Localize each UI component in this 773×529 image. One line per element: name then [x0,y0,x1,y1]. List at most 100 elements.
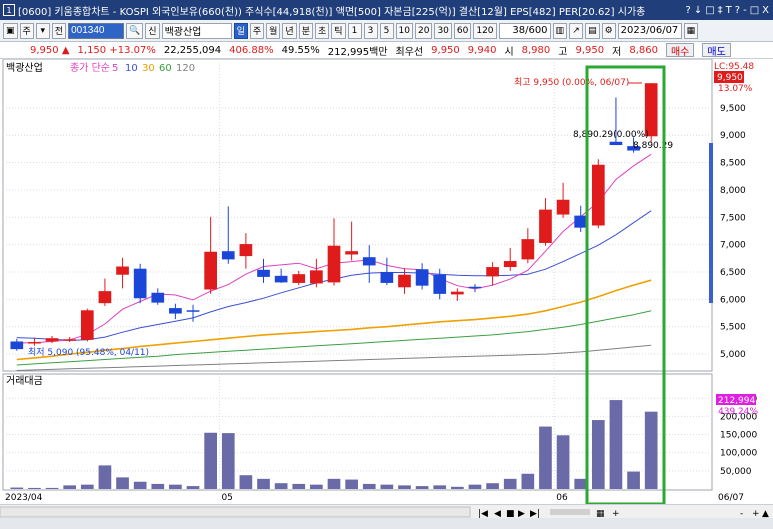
candle-body [133,268,147,299]
interval-30[interactable]: 30 [434,22,452,39]
interval-20[interactable]: 20 [415,22,433,39]
count-field[interactable]: 38/600 [498,22,551,39]
volume-bar [133,481,147,489]
period-week[interactable]: 주 [249,22,265,39]
candle-body [151,292,165,303]
volume-pct: 439.24% [718,407,758,417]
chart-svg[interactable]: 9,500 9,000 8,500 8,000 7,500 7,000 6,500 6,000… [0,58,773,506]
zoom-slider[interactable] [550,509,590,515]
x-axis-label: 06/07 [718,493,744,503]
legend-stock-name: 백광산업 [6,61,43,74]
date-field[interactable]: 2023/06/07 [617,22,682,39]
chart-type-icon[interactable]: ▥ [552,22,568,39]
candle-body [574,215,588,228]
low-price: 8,860 [629,44,658,56]
candle-body [556,199,570,215]
stock-code-input[interactable] [68,22,125,39]
lc-label: LC:95.48 [714,62,754,72]
candle-body [380,271,394,283]
volume-bar [274,483,288,489]
period-second[interactable]: 초 [314,22,330,39]
interval-5[interactable]: 5 [379,22,394,39]
minimize-button[interactable]: - [743,5,747,16]
save-icon[interactable]: ▤ [585,22,600,39]
interval-1[interactable]: 1 [347,22,362,39]
chart-scrollbar[interactable]: |◀ ◀ ■ ▶ ▶| ▦ + - + ▲ [0,504,773,519]
legend-ma10: 10 [125,63,138,74]
x-axis-label: 05 [221,493,232,503]
candle-body [591,164,605,226]
volume-bar [609,400,623,489]
calendar-icon[interactable]: ▦ [683,22,699,39]
volume-title: 거래대금 [6,375,43,387]
volume-bar [503,478,517,489]
candle-body [310,270,323,284]
low-label: 저 [612,46,622,58]
volume: 22,255,094 [163,44,222,56]
mode2-select[interactable]: 전 [51,22,67,39]
price-tick-label: 8,000 [720,186,746,196]
volume-bar [486,483,499,489]
chart-area[interactable]: 9,500 9,000 8,500 8,000 7,500 7,000 6,500 6,000… [0,58,773,506]
volume-bar [644,411,658,489]
toolbar: ▣ 주 ▾ 전 🔍 신 백광산업 일 주 월 년 분 초 틱 1 3 5 10 … [0,20,773,42]
layout-icon[interactable]: ▣ [3,22,18,39]
volume-bar [415,486,429,489]
volume-bar [433,485,447,489]
turnover: 49.55% [281,44,320,56]
candle-body [486,267,499,277]
settings-icon[interactable]: ⚙ [601,22,616,39]
restore-icon[interactable]: □ [705,5,714,16]
interval-120[interactable]: 120 [473,22,497,39]
volume-tick-label: 150,000 [720,431,757,441]
candle-body [204,251,217,290]
info-icon[interactable]: ? [735,5,740,16]
mode-dropdown-icon[interactable]: ▾ [35,22,50,39]
candle-body [345,251,358,255]
volume-bar [310,484,323,489]
interval-10[interactable]: 10 [395,22,413,39]
candle-body [80,310,94,340]
buy-button[interactable]: 매수 [665,43,695,58]
period-month[interactable]: 월 [266,22,281,39]
interval-60[interactable]: 60 [453,22,472,39]
volume-tick-label: 100,000 [720,449,757,459]
volume-bar [239,475,253,489]
volume-bar [186,486,200,489]
search-icon[interactable]: 🔍 [126,22,144,39]
candle-body [644,83,658,137]
stock-badge: 신 [145,22,160,39]
volume-bar [362,483,376,489]
price-tick-label: 5,500 [720,323,746,333]
period-tick[interactable]: 틱 [331,22,346,39]
stock-name: 백광산업 [161,22,232,39]
x-axis-label: 2023/04 [5,493,43,503]
candle-body [10,341,24,350]
sell-button[interactable]: 매도 [702,43,731,58]
candle-body [63,339,77,341]
font-icon[interactable]: T [726,5,732,16]
download-icon[interactable]: ↓ [694,5,702,16]
mode-select[interactable]: 주 [19,22,34,39]
volume-bar [327,478,341,489]
help-icon[interactable]: ? [686,5,691,16]
window-controls: ? ↓ □ ‡ T ? - □ X [686,5,773,16]
candle-body [292,274,306,283]
indicator-icon[interactable]: ↗ [569,22,584,39]
pivot-annotation: 8,890.29(0.00%) [573,130,649,140]
volume-bar [169,484,182,489]
status-bar [0,518,773,529]
volume-tick-label: 50,000 [720,467,752,477]
interval-3[interactable]: 3 [363,22,378,39]
close-button[interactable]: X [762,5,769,16]
price-tick-label: 7,000 [720,241,746,251]
maximize-button[interactable]: □ [750,5,759,16]
pin-icon[interactable]: ‡ [718,5,723,16]
period-minute[interactable]: 분 [298,22,313,39]
period-year[interactable]: 년 [282,22,297,39]
period-day[interactable]: 일 [233,22,248,39]
legend-ma5: 5 [112,63,118,74]
price-tick-label: 9,500 [720,104,746,114]
volume-bar [63,485,77,489]
price-tick-label: 7,500 [720,213,746,223]
